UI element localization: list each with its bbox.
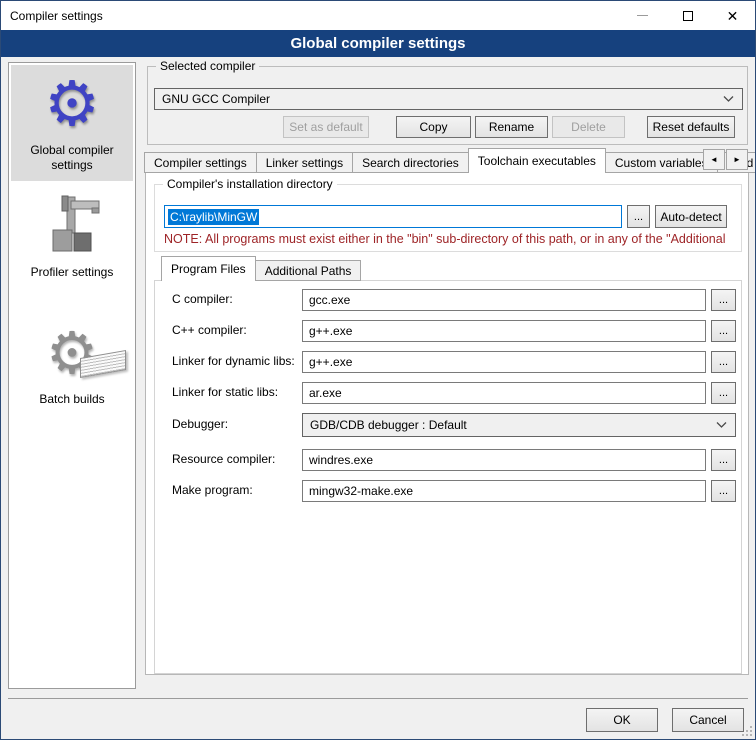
cancel-button[interactable]: Cancel [672, 708, 744, 732]
program-files-page: C compiler: gcc.exe ... C++ compiler: g+… [154, 280, 742, 674]
tab-scroll-left-icon[interactable]: ◄ [703, 149, 725, 170]
install-dir-browse-button[interactable]: ... [627, 205, 650, 228]
set-as-default-button[interactable]: Set as default [283, 116, 369, 138]
installation-directory-group: Compiler's installation directory C:\ray… [154, 184, 742, 252]
subtab-additional-paths[interactable]: Additional Paths [255, 260, 362, 281]
tab-compiler-settings[interactable]: Compiler settings [144, 152, 257, 173]
debugger-dropdown[interactable]: GDB/CDB debugger : Default [302, 413, 736, 437]
subtab-program-files[interactable]: Program Files [161, 256, 256, 281]
auto-detect-button[interactable]: Auto-detect [655, 205, 727, 228]
selected-compiler-group: Selected compiler GNU GCC Compiler Set a… [147, 66, 748, 145]
close-icon: ✕ [727, 9, 739, 23]
form-row: C++ compiler: g++.exe ... [155, 320, 741, 342]
selected-compiler-group-label: Selected compiler [156, 59, 259, 73]
delete-button[interactable]: Delete [552, 116, 625, 138]
static-linker-label: Linker for static libs: [172, 385, 278, 399]
sidebar-item-batch-builds[interactable]: ⚙ Batch builds [11, 314, 133, 415]
sidebar-item-profiler-settings[interactable]: Profiler settings [11, 187, 133, 288]
dynamic-linker-label: Linker for dynamic libs: [172, 354, 295, 368]
window-controls: ✕ [620, 1, 755, 30]
reset-defaults-button[interactable]: Reset defaults [647, 116, 735, 138]
static-linker-input[interactable]: ar.exe [302, 382, 706, 404]
selected-compiler-dropdown[interactable]: GNU GCC Compiler [154, 88, 743, 110]
title-bar[interactable]: Compiler settings ✕ [1, 1, 755, 30]
dynamic-linker-input[interactable]: g++.exe [302, 351, 706, 373]
cpp-compiler-label: C++ compiler: [172, 323, 247, 337]
programs-subtabstrip: Program Files Additional Paths [161, 256, 360, 281]
caliper-icon [40, 195, 104, 259]
install-dir-note: NOTE: All programs must exist either in … [164, 232, 738, 246]
selected-compiler-value: GNU GCC Compiler [162, 92, 270, 106]
ok-button[interactable]: OK [586, 708, 658, 732]
debugger-label: Debugger: [172, 417, 228, 431]
cpp-compiler-browse-button[interactable]: ... [711, 320, 736, 342]
cpp-compiler-input[interactable]: g++.exe [302, 320, 706, 342]
make-program-browse-button[interactable]: ... [711, 480, 736, 502]
install-dir-input[interactable]: C:\raylib\MinGW [164, 205, 622, 228]
minimize-icon [637, 15, 648, 16]
sidebar-item-global-compiler-settings[interactable]: ⚙ Global compiler settings [11, 65, 133, 181]
resize-grip[interactable] [742, 726, 752, 736]
window-title: Compiler settings [10, 9, 103, 23]
toolchain-executables-page: Compiler's installation directory C:\ray… [145, 170, 749, 675]
form-row: Make program: mingw32-make.exe ... [155, 480, 741, 502]
tab-toolchain-executables[interactable]: Toolchain executables [468, 148, 606, 173]
tab-custom-variables[interactable]: Custom variables [605, 152, 718, 173]
compiler-settings-dialog: Compiler settings ✕ Global compiler sett… [0, 0, 756, 740]
maximize-button[interactable] [665, 1, 710, 30]
static-linker-browse-button[interactable]: ... [711, 382, 736, 404]
tab-linker-settings[interactable]: Linker settings [256, 152, 353, 173]
sidebar-item-label: Batch builds [39, 392, 104, 407]
installation-directory-group-label: Compiler's installation directory [163, 177, 337, 191]
dialog-header: Global compiler settings [1, 30, 755, 57]
chevron-down-icon [723, 96, 734, 102]
rename-button[interactable]: Rename [475, 116, 548, 138]
install-dir-selected-text: C:\raylib\MinGW [168, 209, 259, 225]
resource-compiler-input[interactable]: windres.exe [302, 449, 706, 471]
tab-scroll-right-icon[interactable]: ► [726, 149, 748, 170]
c-compiler-browse-button[interactable]: ... [711, 289, 736, 311]
sidebar-item-label: Profiler settings [31, 265, 114, 280]
c-compiler-input[interactable]: gcc.exe [302, 289, 706, 311]
dialog-body: ⚙ Global compiler settings Profiler sett… [1, 57, 755, 739]
sidebar-item-label: Global compiler settings [13, 143, 131, 173]
make-program-input[interactable]: mingw32-make.exe [302, 480, 706, 502]
make-program-label: Make program: [172, 483, 253, 497]
resource-compiler-label: Resource compiler: [172, 452, 275, 466]
chevron-down-icon [716, 422, 727, 428]
form-row: Linker for static libs: ar.exe ... [155, 382, 741, 404]
close-button[interactable]: ✕ [710, 1, 755, 30]
tab-search-directories[interactable]: Search directories [352, 152, 469, 173]
settings-category-list: ⚙ Global compiler settings Profiler sett… [8, 62, 136, 689]
form-row: Linker for dynamic libs: g++.exe ... [155, 351, 741, 373]
form-row: C compiler: gcc.exe ... [155, 289, 741, 311]
debugger-value: GDB/CDB debugger : Default [310, 418, 467, 432]
maximize-icon [683, 11, 693, 21]
c-compiler-label: C compiler: [172, 292, 233, 306]
copy-button[interactable]: Copy [396, 116, 471, 138]
minimize-button[interactable] [620, 1, 665, 30]
footer-separator [8, 698, 748, 699]
blue-gear-icon: ⚙ [44, 73, 100, 137]
form-row: Resource compiler: windres.exe ... [155, 449, 741, 471]
dynamic-linker-browse-button[interactable]: ... [711, 351, 736, 373]
settings-tabstrip: Compiler settings Linker settings Search… [144, 148, 755, 173]
tab-scroll-arrows: ◄ ► [702, 149, 748, 170]
form-row: Debugger: GDB/CDB debugger : Default [155, 413, 741, 437]
resource-compiler-browse-button[interactable]: ... [711, 449, 736, 471]
